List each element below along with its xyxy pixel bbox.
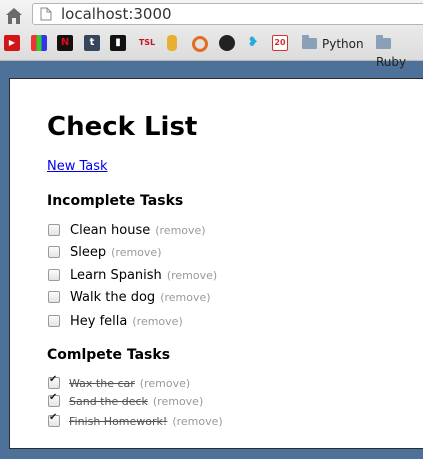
remove-link[interactable]: (remove) bbox=[132, 315, 182, 328]
folder-icon bbox=[376, 35, 391, 49]
home-icon[interactable] bbox=[3, 5, 25, 27]
completed-task-row: Wax the car (remove) bbox=[48, 374, 190, 392]
task-label: Sand the deck bbox=[69, 394, 148, 408]
bookmarks-bar: ▶ N t ▮ TSL ❥ 20 Python Ruby bbox=[0, 33, 423, 69]
task-checkbox[interactable] bbox=[48, 269, 60, 281]
remove-link[interactable]: (remove) bbox=[140, 377, 190, 390]
github-icon[interactable] bbox=[219, 35, 235, 51]
bottle-icon[interactable] bbox=[167, 35, 177, 51]
task-label: Wax the car bbox=[69, 376, 135, 390]
tsl-icon[interactable]: TSL bbox=[136, 35, 158, 51]
calendar-icon[interactable]: 20 bbox=[272, 35, 288, 51]
completed-task-row: Finish Homework! (remove) bbox=[48, 412, 223, 430]
completed-task-row: Sand the deck (remove) bbox=[48, 392, 203, 410]
remove-link[interactable]: (remove) bbox=[172, 415, 222, 428]
task-checkbox-checked[interactable] bbox=[48, 412, 60, 427]
remove-link[interactable]: (remove) bbox=[111, 246, 161, 259]
task-label: Walk the dog bbox=[70, 289, 156, 305]
book-icon[interactable]: ▮ bbox=[110, 35, 126, 51]
page-content: Check List New Task Incomplete Tasks Cle… bbox=[9, 78, 423, 449]
folder-icon bbox=[302, 35, 317, 49]
ring-icon[interactable] bbox=[192, 36, 208, 52]
task-checkbox[interactable] bbox=[48, 246, 60, 258]
task-checkbox-checked[interactable] bbox=[48, 374, 60, 389]
task-row: Hey fella (remove) bbox=[48, 312, 183, 330]
page-icon bbox=[40, 7, 52, 21]
url-text: localhost:3000 bbox=[61, 5, 172, 23]
task-label: Learn Spanish bbox=[70, 267, 162, 283]
remove-link[interactable]: (remove) bbox=[153, 395, 203, 408]
task-row: Sleep (remove) bbox=[48, 243, 161, 261]
folder-label: Python bbox=[322, 37, 364, 51]
remove-link[interactable]: (remove) bbox=[160, 291, 210, 304]
task-row: Walk the dog (remove) bbox=[48, 288, 211, 306]
address-bar[interactable]: localhost:3000 bbox=[32, 3, 423, 25]
browser-chrome: localhost:3000 ▶ N t ▮ TSL ❥ 20 Python R… bbox=[0, 0, 423, 69]
bookmark-folder-ruby[interactable]: Ruby bbox=[376, 35, 423, 69]
bookmark-folder-python[interactable]: Python bbox=[302, 35, 364, 53]
folder-label: Ruby bbox=[376, 55, 407, 69]
task-label: Clean house bbox=[70, 222, 151, 238]
twitter-icon[interactable]: ❥ bbox=[245, 35, 261, 51]
complete-heading: Comlpete Tasks bbox=[47, 347, 171, 363]
tumblr-icon[interactable]: t bbox=[84, 35, 100, 51]
task-checkbox[interactable] bbox=[48, 315, 60, 327]
new-task-link[interactable]: New Task bbox=[47, 159, 108, 174]
remove-link[interactable]: (remove) bbox=[167, 269, 217, 282]
task-checkbox-checked[interactable] bbox=[48, 392, 60, 407]
incomplete-heading: Incomplete Tasks bbox=[47, 193, 184, 209]
youtube-icon[interactable]: ▶ bbox=[4, 35, 20, 51]
task-checkbox[interactable] bbox=[48, 224, 60, 236]
task-row: Learn Spanish (remove) bbox=[48, 266, 217, 284]
task-label: Sleep bbox=[70, 244, 107, 260]
page-title: Check List bbox=[47, 112, 198, 142]
task-label: Hey fella bbox=[70, 313, 128, 329]
task-label: Finish Homework! bbox=[69, 414, 168, 428]
task-checkbox[interactable] bbox=[48, 291, 60, 303]
remove-link[interactable]: (remove) bbox=[155, 224, 205, 237]
tv-icon[interactable] bbox=[31, 35, 47, 51]
task-row: Clean house (remove) bbox=[48, 221, 206, 239]
netflix-icon[interactable]: N bbox=[57, 35, 73, 51]
